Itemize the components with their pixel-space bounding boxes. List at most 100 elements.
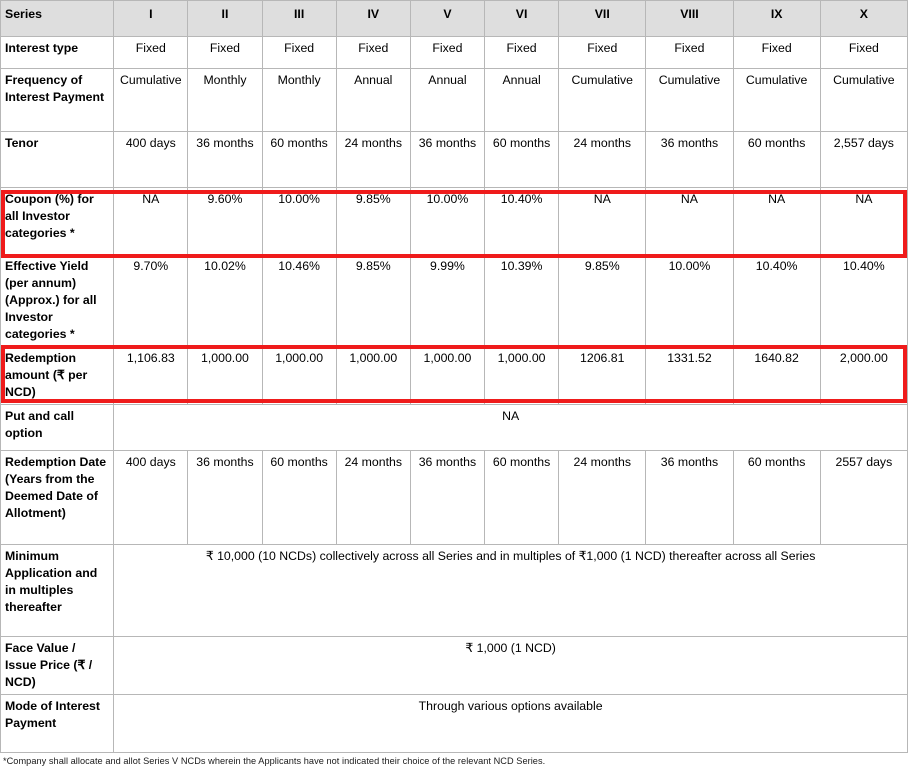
cell: 36 months [409, 131, 486, 188]
cell: 9.60% [187, 187, 263, 255]
row-label: Redemption Date (Years from the Deemed D… [0, 449, 115, 545]
cell: 24 months [335, 449, 411, 545]
cell: 60 months [261, 131, 337, 188]
header-series-iv: IV [335, 0, 411, 37]
cell: 9.99% [409, 254, 486, 347]
header-series-viii: VIII [645, 0, 734, 37]
table-row-frequency-of-interest-payment: Frequency of Interest Payment Cumulative… [0, 68, 908, 132]
row-label: Effective Yield (per annum) (Approx.) fo… [0, 254, 115, 347]
cell: 1206.81 [558, 345, 647, 405]
table-row-minimum-application: Minimum Application and in multiples the… [0, 543, 908, 637]
header-series-ii: II [187, 0, 263, 37]
cell: 10.02% [187, 254, 263, 347]
table-row-mode-of-interest-payment: Mode of Interest Payment Through various… [0, 693, 908, 753]
cell: Fixed [409, 36, 486, 69]
cell: 60 months [484, 131, 560, 188]
cell: 9.85% [335, 254, 411, 347]
cell: 36 months [645, 131, 734, 188]
cell: 10.46% [261, 254, 337, 347]
table-row-put-and-call-option: Put and call option NA [0, 403, 908, 451]
merged-cell: ₹ 10,000 (10 NCDs) collectively across a… [113, 543, 908, 637]
cell: Monthly [187, 68, 263, 132]
cell: Fixed [645, 36, 734, 69]
row-label: Tenor [0, 131, 115, 188]
cell: 60 months [732, 449, 821, 545]
row-label: Face Value / Issue Price (₹ / NCD) [0, 635, 115, 695]
table-row-interest-type: Interest type Fixed Fixed Fixed Fixed Fi… [0, 36, 908, 69]
cell: NA [645, 187, 734, 255]
cell: 36 months [187, 449, 263, 545]
cell: 60 months [484, 449, 560, 545]
cell: 2,557 days [819, 131, 908, 188]
merged-cell: ₹ 1,000 (1 NCD) [113, 635, 908, 695]
cell: NA [558, 187, 647, 255]
cell: Fixed [187, 36, 263, 69]
table-footnote: *Company shall allocate and allot Series… [3, 755, 546, 766]
cell: 24 months [558, 449, 647, 545]
cell: 60 months [732, 131, 821, 188]
table-row-tenor: Tenor 400 days 36 months 60 months 24 mo… [0, 131, 908, 188]
cell: 24 months [558, 131, 647, 188]
cell: 1331.52 [645, 345, 734, 405]
cell: Cumulative [819, 68, 908, 132]
cell: 10.40% [484, 187, 560, 255]
cell: Cumulative [732, 68, 821, 132]
cell: Fixed [261, 36, 337, 69]
cell: 1,000.00 [187, 345, 263, 405]
cell: NA [732, 187, 821, 255]
row-label: Redemption amount (₹ per NCD) [0, 345, 115, 405]
cell: 36 months [645, 449, 734, 545]
merged-cell: NA [113, 403, 908, 451]
header-series-ix: IX [732, 0, 821, 37]
header-series-iii: III [261, 0, 337, 37]
cell: Annual [409, 68, 486, 132]
cell: 1,000.00 [409, 345, 486, 405]
cell: 2,000.00 [819, 345, 908, 405]
header-series-v: V [409, 0, 486, 37]
row-label: Minimum Application and in multiples the… [0, 543, 115, 637]
header-series-x: X [819, 0, 908, 37]
header-series-label: Series [0, 0, 115, 37]
table-row-effective-yield: Effective Yield (per annum) (Approx.) fo… [0, 254, 908, 347]
row-label: Put and call option [0, 403, 115, 451]
cell: 9.85% [335, 187, 411, 255]
table-header-row: Series I II III IV V VI VII VIII IX X [0, 0, 908, 37]
cell: Fixed [558, 36, 647, 69]
header-series-i: I [113, 0, 189, 37]
cell: Monthly [261, 68, 337, 132]
table-row-redemption-date: Redemption Date (Years from the Deemed D… [0, 449, 908, 545]
cell: NA [819, 187, 908, 255]
cell: 10.39% [484, 254, 560, 347]
cell: 1,000.00 [335, 345, 411, 405]
cell: 9.85% [558, 254, 647, 347]
cell: 36 months [187, 131, 263, 188]
cell: 9.70% [113, 254, 189, 347]
cell: 36 months [409, 449, 486, 545]
cell: Cumulative [113, 68, 189, 132]
cell: 10.40% [819, 254, 908, 347]
cell: Fixed [335, 36, 411, 69]
table-body: Series I II III IV V VI VII VIII IX X In… [0, 0, 908, 753]
cell: 10.00% [645, 254, 734, 347]
cell: Fixed [732, 36, 821, 69]
cell: 10.00% [261, 187, 337, 255]
cell: Cumulative [645, 68, 734, 132]
row-label: Interest type [0, 36, 115, 69]
cell: 400 days [113, 449, 189, 545]
cell: Cumulative [558, 68, 647, 132]
cell: 1640.82 [732, 345, 821, 405]
row-label: Mode of Interest Payment [0, 693, 115, 753]
table-row-redemption-amount: Redemption amount (₹ per NCD) 1,106.83 1… [0, 345, 908, 405]
cell: 24 months [335, 131, 411, 188]
cell: 1,000.00 [261, 345, 337, 405]
ncd-series-terms-table: Series I II III IV V VI VII VIII IX X In… [0, 0, 908, 753]
row-label: Coupon (%) for all Investor categories * [0, 187, 115, 255]
cell: 10.00% [409, 187, 486, 255]
cell: 1,106.83 [113, 345, 189, 405]
cell: 400 days [113, 131, 189, 188]
table-row-coupon-percent: Coupon (%) for all Investor categories *… [0, 187, 908, 255]
cell: 1,000.00 [484, 345, 560, 405]
header-series-vi: VI [484, 0, 560, 37]
cell: Fixed [484, 36, 560, 69]
cell: Fixed [819, 36, 908, 69]
